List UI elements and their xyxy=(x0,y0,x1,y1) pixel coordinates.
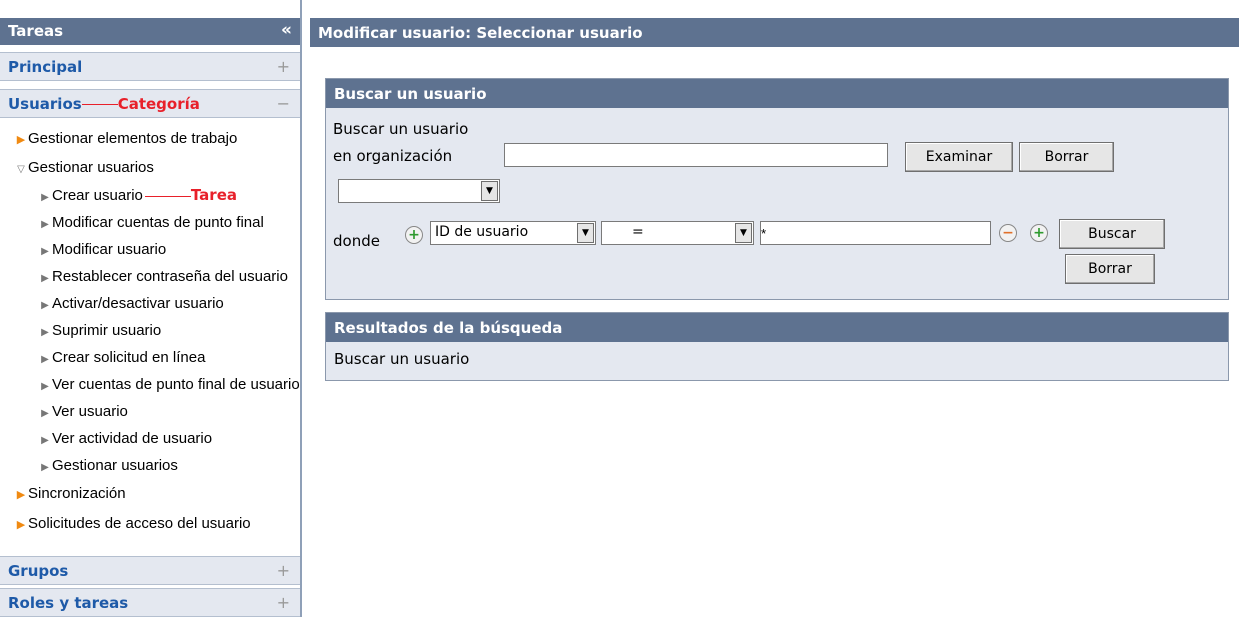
bullet-icon: ▶ xyxy=(41,381,49,392)
category-roles-tareas[interactable]: Roles y tareas + xyxy=(0,588,300,617)
bullet-icon: ▶ xyxy=(41,273,49,284)
category-grupos-label: Grupos xyxy=(8,562,69,580)
examine-button[interactable]: Examinar xyxy=(905,142,1013,172)
category-principal[interactable]: Principal + xyxy=(0,52,300,81)
task-crear-solicitud[interactable]: ▶ Crear solicitud en línea xyxy=(38,349,338,375)
task-ver-actividad[interactable]: ▶ Ver actividad de usuario xyxy=(38,430,338,456)
task-label: Gestionar elementos de trabajo xyxy=(28,130,238,147)
dropdown-arrow-icon: ▼ xyxy=(481,181,498,201)
task-label: Restablecer contraseña del usuario xyxy=(52,268,288,285)
task-sidebar: Tareas « Principal + Usuarios Categoría −… xyxy=(0,0,302,617)
expand-icon[interactable]: + xyxy=(277,593,290,612)
task-label: Ver usuario xyxy=(52,403,128,420)
task-gestionar-usuarios-group[interactable]: ▽ Gestionar usuarios xyxy=(14,159,314,185)
search-value-input[interactable] xyxy=(760,221,991,245)
clear-organization-button[interactable]: Borrar xyxy=(1019,142,1114,172)
remove-condition-icon[interactable]: − xyxy=(999,224,1017,242)
category-principal-label: Principal xyxy=(8,58,83,76)
collapse-icon[interactable]: − xyxy=(277,94,290,113)
task-modificar-usuario[interactable]: ▶ Modificar usuario xyxy=(38,241,338,267)
page-title: Modificar usuario: Seleccionar usuario xyxy=(310,18,1239,47)
search-label-line1: Buscar un usuario xyxy=(333,120,469,138)
task-label: Gestionar usuarios xyxy=(28,159,154,176)
task-modificar-cuentas[interactable]: ▶ Modificar cuentas de punto final xyxy=(38,214,338,240)
task-crear-usuario[interactable]: ▶ Crear usuario Tarea xyxy=(38,186,338,212)
bullet-icon: ▶ xyxy=(41,219,49,230)
expand-arrow-icon: ▶ xyxy=(16,134,26,146)
category-roles-label: Roles y tareas xyxy=(8,594,129,612)
bullet-icon: ▶ xyxy=(41,462,49,473)
task-suprimir-usuario[interactable]: ▶ Suprimir usuario xyxy=(38,322,338,348)
collapse-sidebar-icon[interactable]: « xyxy=(281,20,292,40)
where-label: donde xyxy=(333,232,380,250)
attribute-select-value: ID de usuario xyxy=(435,224,529,240)
task-solicitudes-acceso[interactable]: ▶ Solicitudes de acceso del usuario xyxy=(14,515,314,541)
results-panel: Resultados de la búsqueda Buscar un usua… xyxy=(325,312,1229,381)
task-label: Gestionar usuarios xyxy=(52,457,178,474)
organization-input[interactable] xyxy=(504,143,888,167)
task-gestionar-usuarios[interactable]: ▶ Gestionar usuarios xyxy=(38,457,338,483)
sidebar-header: Tareas « xyxy=(0,18,300,45)
bullet-icon: ▶ xyxy=(41,435,49,446)
task-label: Suprimir usuario xyxy=(52,322,162,339)
expand-arrow-icon: ▶ xyxy=(16,489,26,501)
task-label: Ver cuentas de punto final de usuario xyxy=(52,376,300,393)
task-ver-usuario[interactable]: ▶ Ver usuario xyxy=(38,403,338,429)
task-label: Modificar cuentas de punto final xyxy=(52,214,264,231)
task-label: Activar/desactivar usuario xyxy=(52,295,224,312)
scope-select[interactable]: ▼ xyxy=(338,179,500,203)
annotation-line xyxy=(81,104,118,105)
attribute-select[interactable]: ID de usuario ▼ xyxy=(430,221,596,245)
annotation-line xyxy=(144,195,191,197)
task-label: Modificar usuario xyxy=(52,241,167,258)
task-restablecer-contrasena[interactable]: ▶ Restablecer contraseña del usuario xyxy=(38,268,338,294)
expand-icon[interactable]: + xyxy=(277,57,290,76)
bullet-icon: ▶ xyxy=(41,300,49,311)
annotation-tarea: Tarea xyxy=(190,186,237,204)
search-button[interactable]: Buscar xyxy=(1059,219,1165,249)
category-usuarios[interactable]: Usuarios Categoría − xyxy=(0,89,300,118)
operator-select-value: = xyxy=(632,224,644,240)
dropdown-arrow-icon: ▼ xyxy=(735,223,752,243)
add-condition-before-icon[interactable]: + xyxy=(405,226,423,244)
operator-select[interactable]: = ▼ xyxy=(601,221,754,245)
dropdown-arrow-icon: ▼ xyxy=(577,223,594,243)
task-sincronizacion[interactable]: ▶ Sincronización xyxy=(14,485,314,511)
task-label: Crear solicitud en línea xyxy=(52,349,206,366)
results-panel-title: Resultados de la búsqueda xyxy=(326,313,1228,342)
task-label: Ver actividad de usuario xyxy=(52,430,213,447)
task-label: Sincronización xyxy=(28,485,126,502)
organization-label: en organización xyxy=(333,147,453,165)
category-grupos[interactable]: Grupos + xyxy=(0,556,300,585)
bullet-icon: ▶ xyxy=(41,192,49,203)
bullet-icon: ▶ xyxy=(41,354,49,365)
task-ver-cuentas[interactable]: ▶ Ver cuentas de punto final de usuario xyxy=(38,376,338,402)
category-usuarios-label: Usuarios xyxy=(8,95,82,113)
add-condition-icon[interactable]: + xyxy=(1030,224,1048,242)
sidebar-title: Tareas xyxy=(8,22,64,40)
expand-icon[interactable]: + xyxy=(277,561,290,580)
task-activar-desactivar[interactable]: ▶ Activar/desactivar usuario xyxy=(38,295,338,321)
task-gestionar-elementos[interactable]: ▶ Gestionar elementos de trabajo xyxy=(14,130,314,156)
bullet-icon: ▶ xyxy=(41,246,49,257)
task-label: Solicitudes de acceso del usuario xyxy=(28,515,251,532)
bullet-icon: ▶ xyxy=(41,408,49,419)
task-label: Crear usuario xyxy=(52,187,143,204)
clear-search-button[interactable]: Borrar xyxy=(1065,254,1155,284)
expanded-arrow-icon: ▽ xyxy=(17,164,25,175)
search-panel-title: Buscar un usuario xyxy=(326,79,1228,108)
bullet-icon: ▶ xyxy=(41,327,49,338)
expand-arrow-icon: ▶ xyxy=(16,519,26,531)
annotation-categoria: Categoría xyxy=(117,95,200,113)
results-message: Buscar un usuario xyxy=(334,350,470,368)
